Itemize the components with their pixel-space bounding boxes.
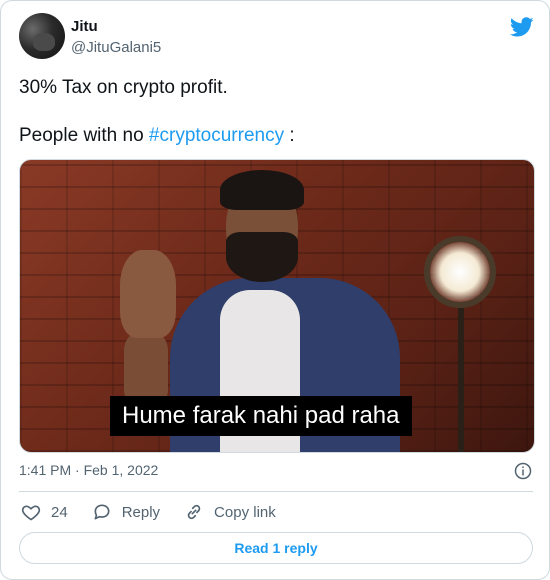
meme-caption: Hume farak nahi pad raha [110, 396, 412, 436]
tweet-media[interactable]: Hume farak nahi pad raha [19, 159, 535, 453]
avatar[interactable] [19, 13, 65, 59]
author-handle[interactable]: @JituGalani5 [71, 39, 161, 56]
action-bar: 24 Reply Copy link [21, 501, 300, 523]
tweet-card: Jitu @JituGalani5 30% Tax on crypto prof… [0, 0, 550, 580]
twitter-bird-icon[interactable] [510, 15, 534, 39]
person-hair [220, 170, 304, 210]
avatar-face [33, 33, 55, 51]
author-name[interactable]: Jitu [71, 18, 98, 35]
heart-icon [21, 505, 41, 521]
tweet-line-2-suffix: : [284, 125, 295, 146]
divider [19, 491, 533, 492]
tweet-gap [19, 100, 529, 124]
like-button[interactable]: 24 [21, 502, 68, 522]
person-beard [226, 232, 298, 282]
tweet-text: 30% Tax on crypto profit. People with no… [19, 76, 529, 148]
copy-link-label: Copy link [214, 503, 276, 521]
tweet-timestamp[interactable]: 1:41 PM · Feb 1, 2022 [19, 462, 158, 478]
reply-label: Reply [121, 503, 161, 521]
tweet-line-2: People with no #cryptocurrency : [19, 124, 529, 148]
hashtag-link[interactable]: #cryptocurrency [149, 125, 284, 146]
tweet-line-1: 30% Tax on crypto profit. [19, 77, 228, 98]
reply-button[interactable]: Reply [92, 502, 160, 522]
like-count: 24 [51, 503, 68, 521]
lamp-stand [458, 308, 464, 452]
tweet-line-2-prefix: People with no [19, 125, 149, 146]
reply-bubble-icon [94, 504, 110, 520]
person-raised-hand [120, 250, 176, 338]
info-icon[interactable] [514, 462, 532, 480]
studio-lamp [424, 236, 496, 308]
copy-link-button[interactable]: Copy link [184, 502, 276, 522]
link-icon [187, 504, 201, 520]
read-replies-button[interactable]: Read 1 reply [19, 532, 533, 564]
